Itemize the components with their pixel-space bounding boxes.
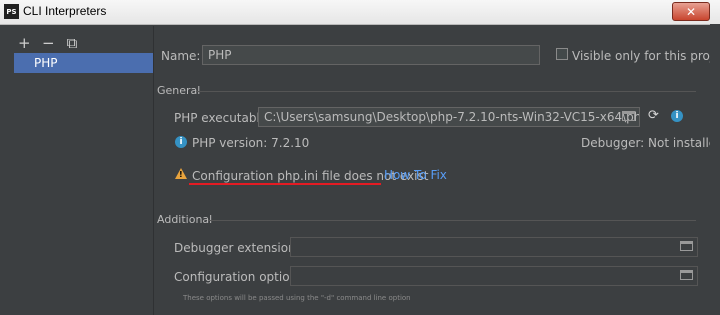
configuration-options-field[interactable]: [290, 266, 698, 286]
folder-icon[interactable]: [680, 270, 693, 280]
visible-only-label: Visible only for this project: [572, 49, 720, 63]
interpreter-list: PHP: [14, 53, 154, 313]
remove-icon[interactable]: −: [42, 36, 55, 51]
debugger-extension-field[interactable]: [290, 237, 698, 257]
configuration-hint: These options will be passed using the "…: [183, 294, 411, 302]
info-icon[interactable]: i: [671, 110, 683, 122]
general-heading: General: [157, 84, 201, 97]
additional-divider: [208, 220, 696, 221]
debugger-extension-label: Debugger extension:: [174, 241, 300, 255]
folder-icon[interactable]: [622, 111, 635, 121]
debugger-status: Debugger: Not installed: [581, 136, 720, 150]
refresh-icon[interactable]: ⟳: [648, 108, 659, 123]
configuration-options-label: Configuration options:: [174, 270, 308, 284]
php-executable-path: C:\Users\samsung\Desktop\php-7.2.10-nts-…: [264, 110, 640, 124]
close-button[interactable]: ✕: [672, 2, 710, 21]
title-bar: PS CLI Interpreters ✕: [0, 0, 720, 25]
how-to-fix-link[interactable]: How To Fix: [384, 168, 447, 182]
panel-divider: [153, 26, 154, 315]
phpstorm-app-icon: PS: [4, 4, 19, 19]
sidebar-item-php[interactable]: PHP: [14, 53, 153, 73]
php-version-text: PHP version: 7.2.10: [192, 136, 310, 150]
php-executable-label: PHP executable:: [174, 111, 272, 125]
annotation-underline: [189, 183, 381, 185]
name-field[interactable]: PHP: [202, 45, 540, 65]
php-executable-field[interactable]: C:\Users\samsung\Desktop\php-7.2.10-nts-…: [258, 107, 640, 127]
window-title: CLI Interpreters: [23, 4, 107, 18]
general-divider: [196, 91, 696, 92]
warning-mark: !: [179, 170, 183, 179]
folder-icon[interactable]: [680, 241, 693, 251]
visible-only-checkbox[interactable]: [556, 48, 568, 60]
additional-heading: Additional: [157, 213, 213, 226]
copy-icon[interactable]: ⧉: [66, 36, 78, 51]
name-label: Name:: [161, 49, 201, 63]
right-gutter: [710, 24, 720, 315]
php-version-info-icon: i: [175, 136, 187, 148]
sidebar-toolbar: + − ⧉: [18, 36, 78, 51]
sidebar: + − ⧉ PHP: [8, 26, 154, 313]
add-icon[interactable]: +: [18, 36, 31, 51]
